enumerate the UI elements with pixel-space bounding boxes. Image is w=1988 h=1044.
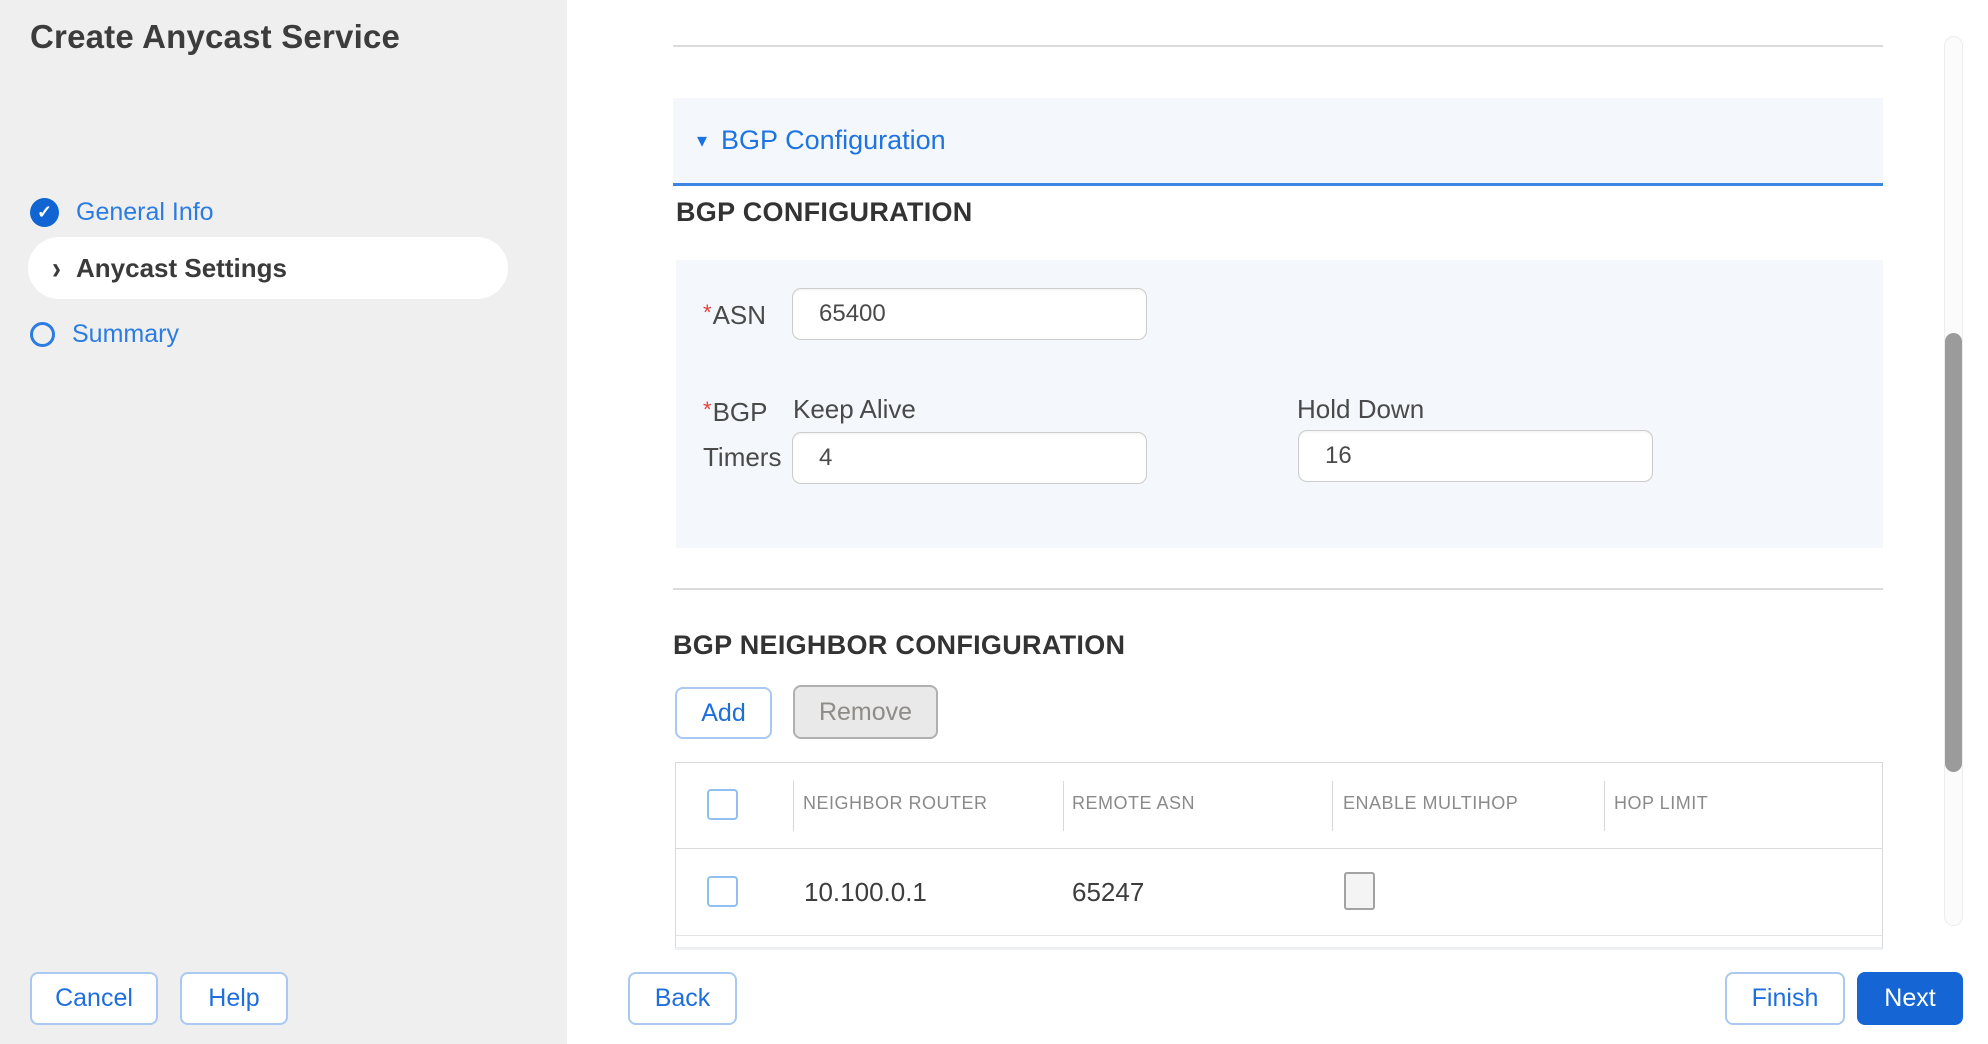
row-select-checkbox[interactable] [707, 876, 738, 907]
sidebar-item-summary[interactable]: Summary [30, 314, 179, 354]
chevron-right-icon: › [52, 250, 61, 286]
sidebar-item-anycast-settings[interactable]: › Anycast Settings [28, 237, 508, 299]
add-button[interactable]: Add [675, 687, 772, 739]
table-row[interactable]: 10.100.0.1 65247 [676, 849, 1882, 936]
column-separator [1332, 781, 1333, 831]
column-header-enable-multihop: ENABLE MULTIHOP [1343, 793, 1518, 814]
keep-alive-input[interactable] [792, 432, 1147, 484]
accordion-label: BGP Configuration [721, 125, 946, 156]
scroll-cutoff-line [675, 948, 1883, 950]
column-header-hop-limit: HOP LIMIT [1614, 793, 1708, 814]
caret-down-icon: ▾ [697, 128, 707, 153]
cell-neighbor-router: 10.100.0.1 [804, 877, 927, 908]
neighbor-table: NEIGHBOR ROUTER REMOTE ASN ENABLE MULTIH… [675, 762, 1883, 948]
content-top-divider [673, 45, 1883, 47]
column-header-neighbor-router: NEIGHBOR ROUTER [803, 793, 988, 814]
empty-circle-icon [30, 322, 55, 347]
column-header-remote-asn: REMOTE ASN [1072, 793, 1195, 814]
bgp-configuration-accordion[interactable]: ▾ BGP Configuration [673, 98, 1883, 186]
column-separator [793, 781, 794, 831]
remove-button[interactable]: Remove [793, 685, 938, 739]
bgp-timers-label-line1: *BGP [703, 397, 767, 428]
column-separator [1604, 781, 1605, 831]
column-separator [1063, 781, 1064, 831]
sidebar-item-general-info[interactable]: ✓ General Info [30, 192, 214, 232]
asn-label: *ASN [703, 300, 766, 331]
asn-input[interactable] [792, 288, 1147, 340]
help-button[interactable]: Help [180, 972, 288, 1025]
next-button[interactable]: Next [1857, 972, 1963, 1025]
cell-remote-asn: 65247 [1072, 877, 1144, 908]
section-divider [673, 588, 1883, 590]
bgp-neighbor-configuration-heading: BGP NEIGHBOR CONFIGURATION [673, 630, 1125, 661]
hold-down-input[interactable] [1298, 430, 1653, 482]
required-asterisk: * [703, 300, 712, 325]
scrollbar-thumb[interactable] [1945, 333, 1962, 772]
cancel-button[interactable]: Cancel [30, 972, 158, 1025]
hold-down-label: Hold Down [1297, 394, 1424, 425]
required-asterisk: * [703, 397, 712, 422]
step-label: General Info [76, 198, 214, 227]
keep-alive-label: Keep Alive [793, 394, 916, 425]
wizard-sidebar: Create Anycast Service ✓ General Info › … [0, 0, 567, 1044]
select-all-checkbox[interactable] [707, 789, 738, 820]
neighbor-table-header: NEIGHBOR ROUTER REMOTE ASN ENABLE MULTIH… [676, 763, 1882, 849]
bgp-timers-label-line2: Timers [703, 442, 781, 473]
finish-button[interactable]: Finish [1725, 972, 1845, 1025]
enable-multihop-checkbox[interactable] [1344, 872, 1375, 910]
bgp-configuration-heading: BGP CONFIGURATION [676, 197, 973, 228]
check-circle-icon: ✓ [30, 198, 59, 227]
back-button[interactable]: Back [628, 972, 737, 1025]
step-label: Anycast Settings [76, 253, 287, 284]
page-title: Create Anycast Service [30, 18, 400, 56]
step-label: Summary [72, 320, 179, 349]
